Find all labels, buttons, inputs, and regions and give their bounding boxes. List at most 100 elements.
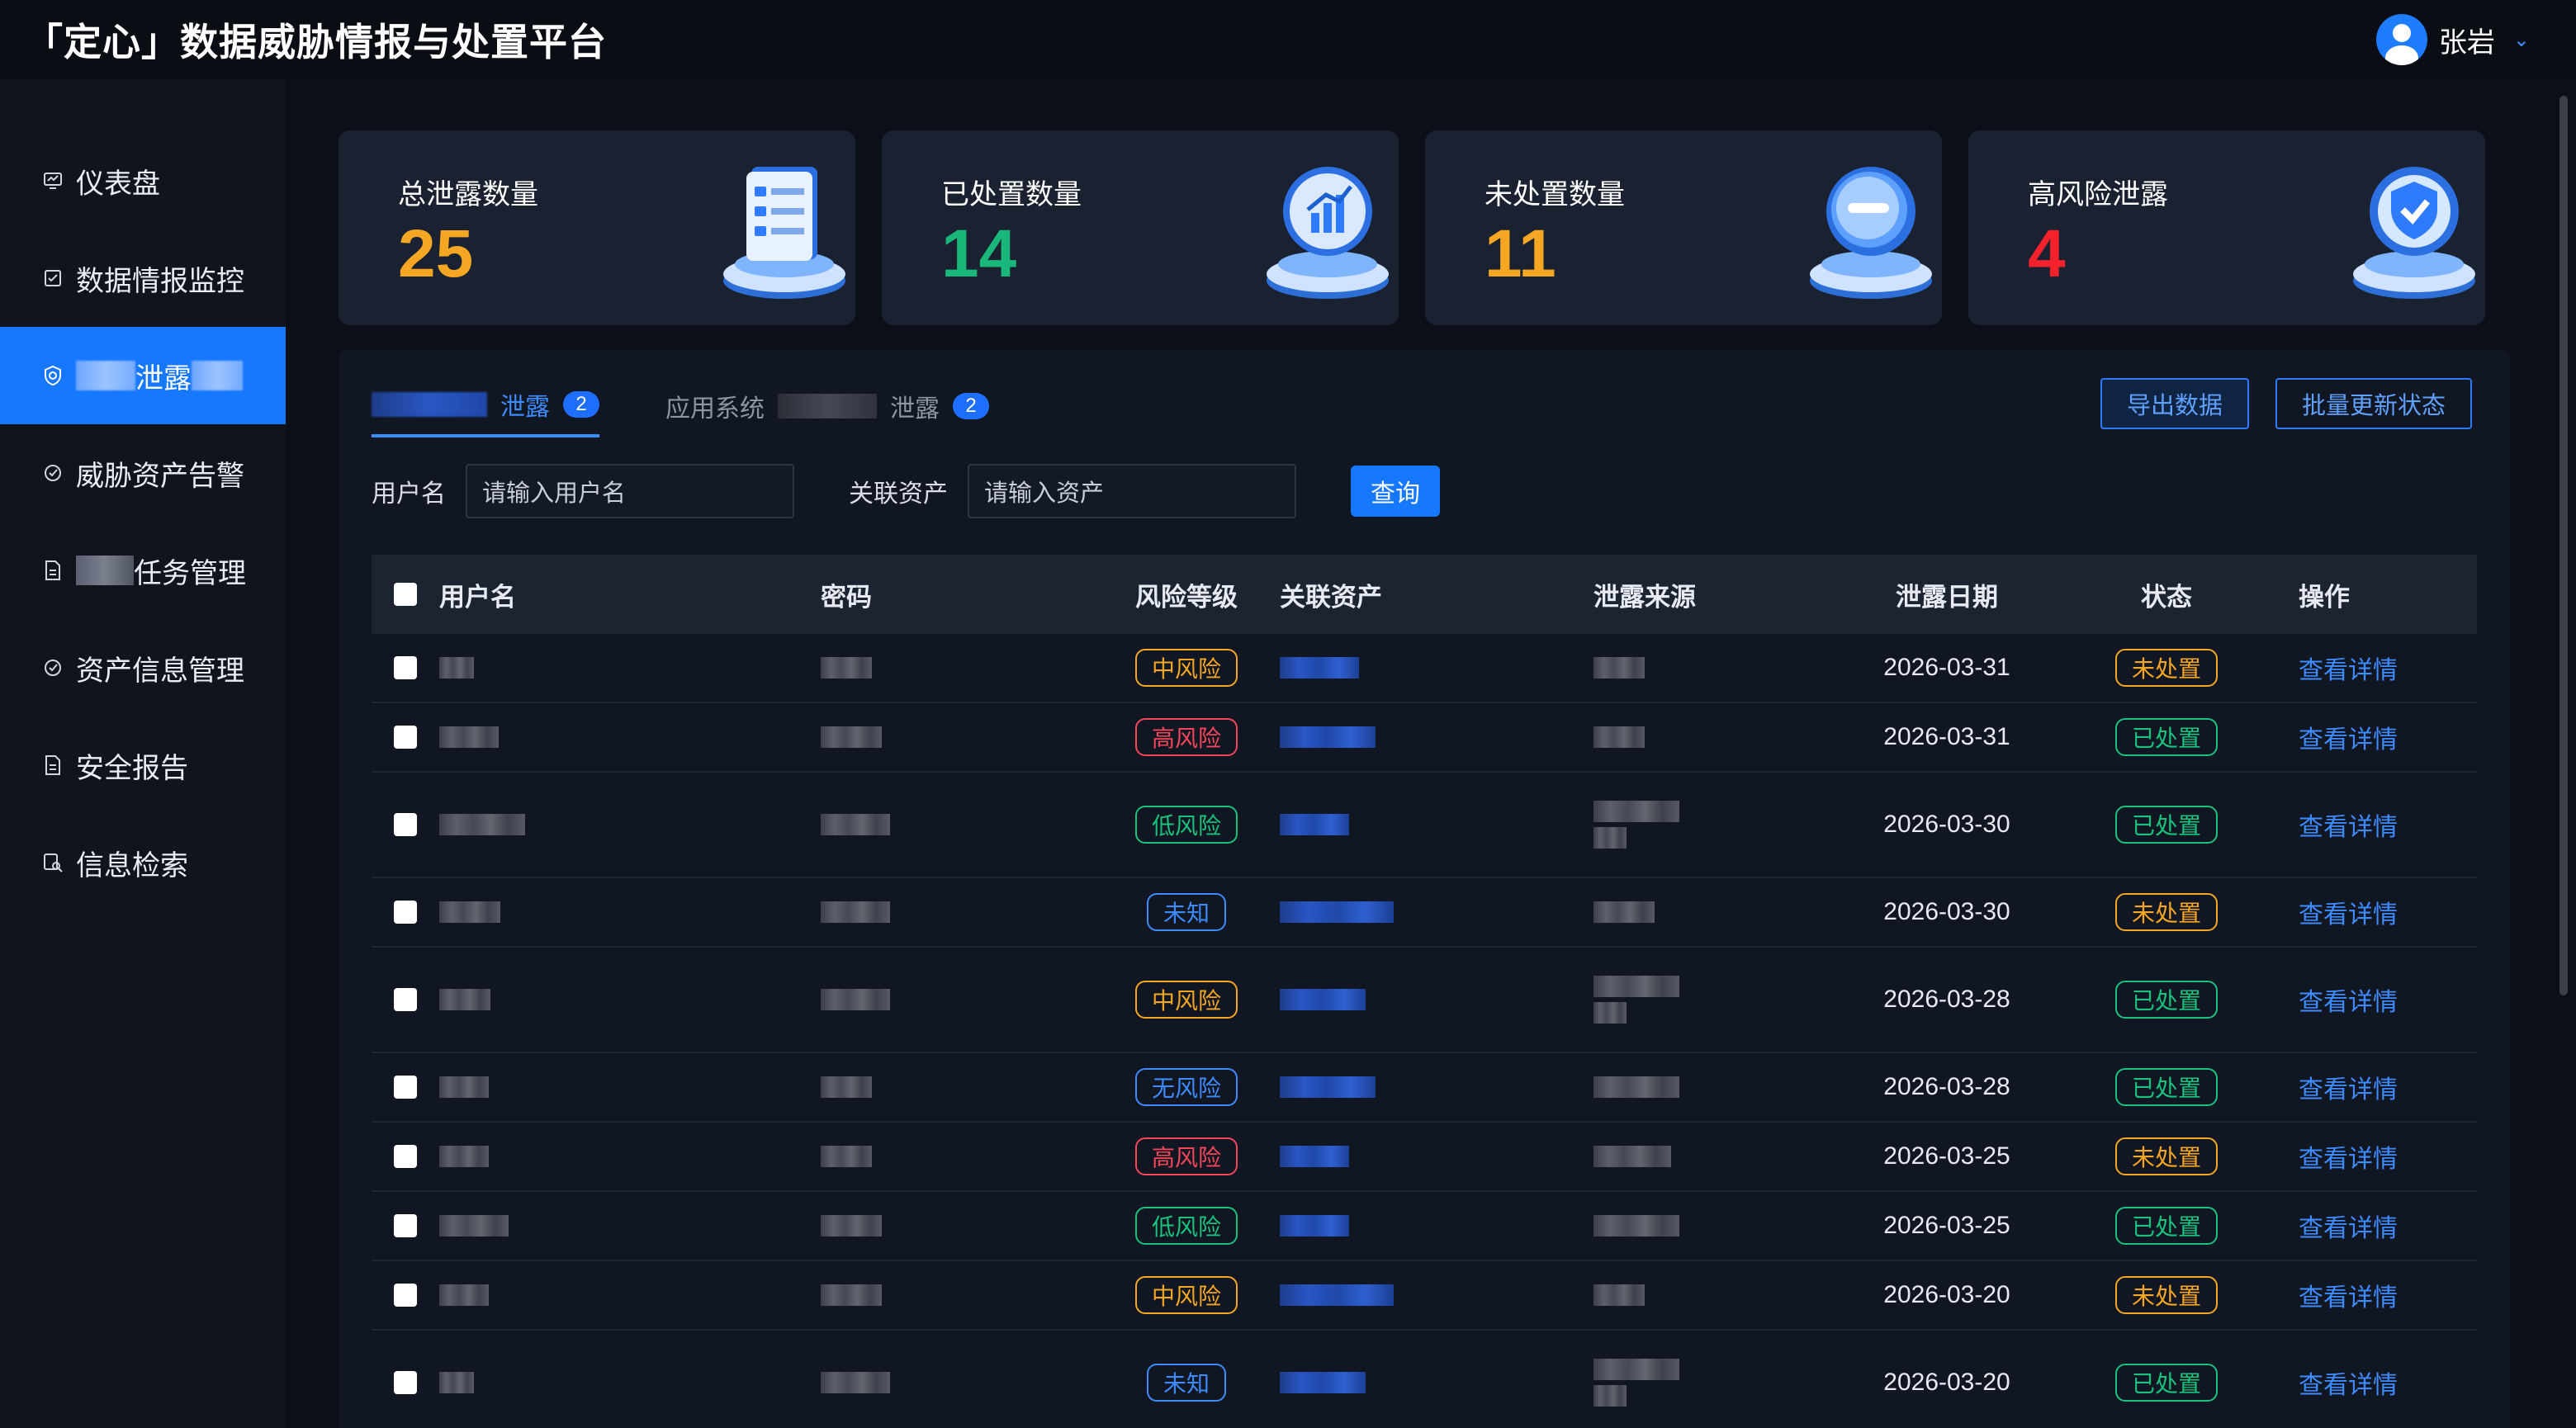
table-row: 中风险 2026-03-20 未处置 查看详情 bbox=[372, 1261, 2477, 1331]
top-header: 「定心」数据威胁情报与处置平台 张岩 ⌄ bbox=[0, 0, 2576, 79]
stat-card-handled: 已处置数量 14 bbox=[882, 130, 1399, 325]
sidebar-item-info-search[interactable]: 信息检索 bbox=[0, 814, 286, 911]
view-details-link[interactable]: 查看详情 bbox=[2299, 814, 2398, 841]
source-cell-redacted bbox=[1593, 901, 1830, 923]
username-cell-redacted bbox=[439, 1076, 821, 1098]
monitor-icon bbox=[41, 267, 64, 290]
table-row: 高风险 2026-03-25 未处置 查看详情 bbox=[372, 1123, 2477, 1192]
filter-row: 用户名 请输入用户名 关联资产 请输入资产 查询 bbox=[372, 464, 1440, 518]
username-input[interactable]: 请输入用户名 bbox=[466, 464, 794, 518]
query-button[interactable]: 查询 bbox=[1351, 466, 1440, 517]
asset-cell-redacted bbox=[1280, 657, 1593, 679]
sidebar-item-threat-alert[interactable]: 威胁资产告警 bbox=[0, 424, 286, 522]
sidebar: 仪表盘 数据情报监控 泄露 威胁资产告警 任务管理 资产信息管理 安全报告 信息… bbox=[0, 79, 286, 1428]
status-tag: 已处置 bbox=[2114, 1068, 2218, 1106]
sidebar-item-data-monitor[interactable]: 数据情报监控 bbox=[0, 229, 286, 327]
sidebar-item-label: 威胁资产告警 bbox=[76, 460, 244, 492]
search-icon bbox=[41, 851, 64, 874]
table-body: 中风险 2026-03-31 未处置 查看详情 高风险 2026-03-31 已… bbox=[372, 634, 2477, 1428]
risk-tag: 低风险 bbox=[1134, 1207, 1238, 1245]
status-tag: 已处置 bbox=[2114, 806, 2218, 844]
username-cell-redacted bbox=[439, 1146, 821, 1167]
row-checkbox[interactable] bbox=[394, 1076, 417, 1099]
select-all-checkbox[interactable] bbox=[394, 583, 417, 606]
redacted-text bbox=[76, 361, 135, 390]
redacted-text bbox=[372, 392, 487, 417]
tab-label-prefix: 应用系统 bbox=[665, 395, 765, 423]
status-tag: 未处置 bbox=[2114, 649, 2218, 687]
view-details-link[interactable]: 查看详情 bbox=[2299, 1076, 2398, 1104]
row-checkbox[interactable] bbox=[394, 1284, 417, 1307]
password-cell-redacted bbox=[821, 814, 1093, 835]
risk-tag: 高风险 bbox=[1134, 1137, 1238, 1175]
view-details-link[interactable]: 查看详情 bbox=[2299, 989, 2398, 1016]
view-details-link[interactable]: 查看详情 bbox=[2299, 1146, 2398, 1173]
sidebar-item-task-mgmt[interactable]: 任务管理 bbox=[0, 522, 286, 619]
table-row: 未知 2026-03-20 已处置 查看详情 bbox=[372, 1331, 2477, 1428]
sidebar-item-security-report[interactable]: 安全报告 bbox=[0, 716, 286, 814]
password-cell-redacted bbox=[821, 1076, 1093, 1098]
stat-card-total: 总泄露数量 25 bbox=[339, 130, 855, 325]
status-tag: 未处置 bbox=[2114, 1276, 2218, 1314]
view-details-link[interactable]: 查看详情 bbox=[2299, 1215, 2398, 1242]
sidebar-item-label: 资产信息管理 bbox=[76, 655, 244, 687]
dashboard-icon bbox=[41, 169, 64, 192]
tab-app-system-leak[interactable]: 应用系统 泄露 2 bbox=[665, 386, 989, 437]
table-row: 低风险 2026-03-25 已处置 查看详情 bbox=[372, 1192, 2477, 1261]
sidebar-item-dashboard[interactable]: 仪表盘 bbox=[0, 132, 286, 229]
sidebar-item-label: 任务管理 bbox=[134, 557, 246, 589]
view-details-link[interactable]: 查看详情 bbox=[2299, 1284, 2398, 1312]
shield-icon bbox=[41, 364, 64, 387]
source-cell-redacted bbox=[1593, 1284, 1830, 1306]
username-cell-redacted bbox=[439, 901, 821, 923]
risk-tag: 高风险 bbox=[1134, 718, 1238, 756]
export-button[interactable]: 导出数据 bbox=[2100, 378, 2249, 429]
row-checkbox[interactable] bbox=[394, 1214, 417, 1237]
tab-leak[interactable]: 泄露 2 bbox=[372, 386, 599, 437]
leak-date: 2026-03-20 bbox=[1883, 1281, 2010, 1308]
leak-date: 2026-03-31 bbox=[1883, 654, 2010, 681]
user-name[interactable]: 张岩 bbox=[2439, 20, 2495, 60]
check-shield-icon bbox=[2353, 167, 2475, 299]
row-checkbox[interactable] bbox=[394, 988, 417, 1011]
view-details-link[interactable]: 查看详情 bbox=[2299, 726, 2398, 754]
leak-date: 2026-03-30 bbox=[1883, 811, 2010, 838]
view-details-link[interactable]: 查看详情 bbox=[2299, 901, 2398, 929]
table-row: 未知 2026-03-30 未处置 查看详情 bbox=[372, 878, 2477, 948]
scrollbar[interactable] bbox=[2559, 96, 2568, 995]
username-cell-redacted bbox=[439, 989, 821, 1010]
view-details-link[interactable]: 查看详情 bbox=[2299, 657, 2398, 684]
row-checkbox[interactable] bbox=[394, 901, 417, 924]
row-checkbox[interactable] bbox=[394, 656, 417, 679]
source-cell-redacted bbox=[1593, 1215, 1830, 1236]
status-tag: 已处置 bbox=[2114, 981, 2218, 1019]
row-checkbox[interactable] bbox=[394, 1371, 417, 1394]
row-checkbox[interactable] bbox=[394, 813, 417, 836]
password-cell-redacted bbox=[821, 901, 1093, 923]
risk-tag: 未知 bbox=[1146, 1364, 1226, 1402]
sidebar-item-leak[interactable]: 泄露 bbox=[0, 327, 286, 424]
risk-tag: 未知 bbox=[1146, 893, 1226, 931]
sidebar-item-label: 仪表盘 bbox=[76, 168, 160, 200]
row-checkbox[interactable] bbox=[394, 1145, 417, 1168]
table-row: 中风险 2026-03-28 已处置 查看详情 bbox=[372, 948, 2477, 1053]
risk-tag: 中风险 bbox=[1134, 981, 1238, 1019]
sidebar-item-asset-info[interactable]: 资产信息管理 bbox=[0, 619, 286, 716]
user-menu[interactable]: 张岩 ⌄ bbox=[2375, 14, 2530, 65]
username-cell-redacted bbox=[439, 814, 821, 835]
asset-input[interactable]: 请输入资产 bbox=[968, 464, 1296, 518]
panel-actions: 导出数据 批量更新状态 bbox=[2100, 378, 2472, 429]
asset-cell-redacted bbox=[1280, 1215, 1593, 1236]
batch-update-button[interactable]: 批量更新状态 bbox=[2275, 378, 2472, 429]
view-details-link[interactable]: 查看详情 bbox=[2299, 1372, 2398, 1399]
stat-cards: 总泄露数量 25 已处置数量 14 未处置数量 11 高风险泄露 4 bbox=[339, 130, 2485, 325]
asset-cell-redacted bbox=[1280, 1146, 1593, 1167]
report-icon bbox=[41, 754, 64, 777]
column-header: 密码 bbox=[821, 582, 872, 612]
checklist-icon bbox=[723, 167, 845, 299]
row-checkbox[interactable] bbox=[394, 726, 417, 749]
username-cell-redacted bbox=[439, 1215, 821, 1236]
avatar[interactable] bbox=[2375, 14, 2427, 65]
password-cell-redacted bbox=[821, 1215, 1093, 1236]
chevron-down-icon[interactable]: ⌄ bbox=[2513, 28, 2530, 52]
